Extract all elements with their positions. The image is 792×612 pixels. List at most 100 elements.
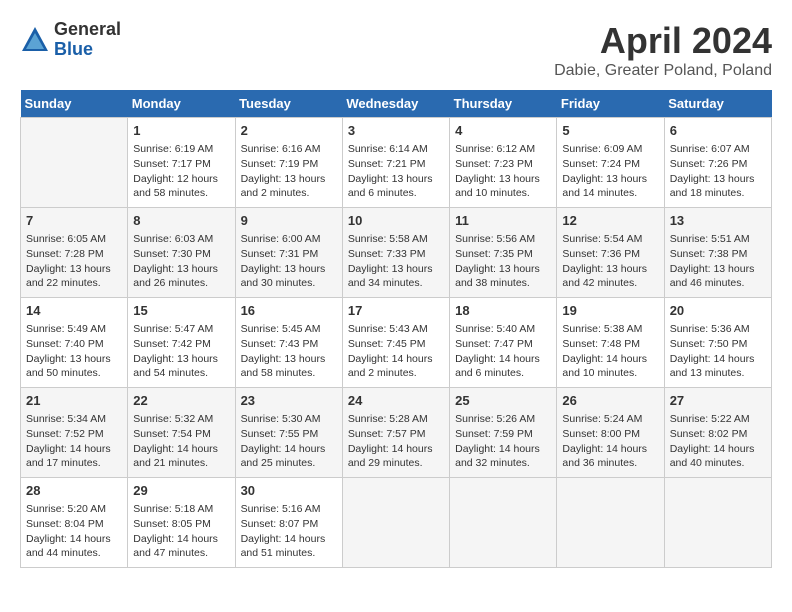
main-title: April 2024 — [554, 20, 772, 62]
day-info: Sunrise: 5:30 AMSunset: 7:55 PMDaylight:… — [241, 412, 337, 471]
calendar-cell: 14 Sunrise: 5:49 AMSunset: 7:40 PMDayligh… — [21, 298, 128, 388]
day-info: Sunrise: 5:40 AMSunset: 7:47 PMDaylight:… — [455, 322, 551, 381]
calendar-cell — [450, 478, 557, 568]
day-info: Sunrise: 5:58 AMSunset: 7:33 PMDaylight:… — [348, 232, 444, 291]
day-number: 3 — [348, 122, 444, 140]
calendar-table: SundayMondayTuesdayWednesdayThursdayFrid… — [20, 90, 772, 568]
day-number: 10 — [348, 212, 444, 230]
day-info: Sunrise: 6:03 AMSunset: 7:30 PMDaylight:… — [133, 232, 229, 291]
calendar-cell: 22 Sunrise: 5:32 AMSunset: 7:54 PMDayligh… — [128, 388, 235, 478]
calendar-week-5: 28 Sunrise: 5:20 AMSunset: 8:04 PMDayligh… — [21, 478, 772, 568]
day-number: 8 — [133, 212, 229, 230]
calendar-cell: 17 Sunrise: 5:43 AMSunset: 7:45 PMDayligh… — [342, 298, 449, 388]
day-number: 23 — [241, 392, 337, 410]
day-number: 26 — [562, 392, 658, 410]
day-number: 15 — [133, 302, 229, 320]
day-info: Sunrise: 5:22 AMSunset: 8:02 PMDaylight:… — [670, 412, 766, 471]
day-number: 2 — [241, 122, 337, 140]
calendar-cell: 6 Sunrise: 6:07 AMSunset: 7:26 PMDaylight… — [664, 118, 771, 208]
day-info: Sunrise: 6:16 AMSunset: 7:19 PMDaylight:… — [241, 142, 337, 201]
logo-text: General Blue — [54, 20, 121, 60]
calendar-cell: 24 Sunrise: 5:28 AMSunset: 7:57 PMDayligh… — [342, 388, 449, 478]
logo-blue: Blue — [54, 40, 121, 60]
day-number: 6 — [670, 122, 766, 140]
calendar-cell: 7Sunrise: 6:05 AMSunset: 7:28 PMDaylight… — [21, 208, 128, 298]
day-info: Sunrise: 6:19 AMSunset: 7:17 PMDaylight:… — [133, 142, 229, 201]
calendar-cell: 3 Sunrise: 6:14 AMSunset: 7:21 PMDaylight… — [342, 118, 449, 208]
day-info: Sunrise: 5:49 AMSunset: 7:40 PMDaylight:… — [26, 322, 122, 381]
day-number: 28 — [26, 482, 122, 500]
day-number: 29 — [133, 482, 229, 500]
calendar-cell: 1 Sunrise: 6:19 AMSunset: 7:17 PMDaylight… — [128, 118, 235, 208]
day-number: 30 — [241, 482, 337, 500]
day-number: 4 — [455, 122, 551, 140]
day-info: Sunrise: 5:56 AMSunset: 7:35 PMDaylight:… — [455, 232, 551, 291]
day-info: Sunrise: 5:20 AMSunset: 8:04 PMDaylight:… — [26, 502, 122, 561]
day-number: 9 — [241, 212, 337, 230]
logo: General Blue — [20, 20, 121, 60]
calendar-cell — [342, 478, 449, 568]
calendar-cell: 21Sunrise: 5:34 AMSunset: 7:52 PMDayligh… — [21, 388, 128, 478]
calendar-body: 1 Sunrise: 6:19 AMSunset: 7:17 PMDaylight… — [21, 118, 772, 568]
day-number: 14 — [26, 302, 122, 320]
day-number: 24 — [348, 392, 444, 410]
day-number: 19 — [562, 302, 658, 320]
day-info: Sunrise: 6:12 AMSunset: 7:23 PMDaylight:… — [455, 142, 551, 201]
calendar-cell: 19 Sunrise: 5:38 AMSunset: 7:48 PMDayligh… — [557, 298, 664, 388]
calendar-week-1: 1 Sunrise: 6:19 AMSunset: 7:17 PMDaylight… — [21, 118, 772, 208]
page-header: General Blue April 2024 Dabie, Greater P… — [20, 20, 772, 80]
calendar-week-4: 21Sunrise: 5:34 AMSunset: 7:52 PMDayligh… — [21, 388, 772, 478]
day-info: Sunrise: 5:24 AMSunset: 8:00 PMDaylight:… — [562, 412, 658, 471]
day-info: Sunrise: 5:18 AMSunset: 8:05 PMDaylight:… — [133, 502, 229, 561]
day-number: 18 — [455, 302, 551, 320]
calendar-week-2: 7Sunrise: 6:05 AMSunset: 7:28 PMDaylight… — [21, 208, 772, 298]
day-number: 5 — [562, 122, 658, 140]
calendar-cell: 18 Sunrise: 5:40 AMSunset: 7:47 PMDayligh… — [450, 298, 557, 388]
day-number: 16 — [241, 302, 337, 320]
calendar-cell: 28 Sunrise: 5:20 AMSunset: 8:04 PMDayligh… — [21, 478, 128, 568]
header-cell-friday: Friday — [557, 90, 664, 118]
calendar-cell: 30 Sunrise: 5:16 AMSunset: 8:07 PMDayligh… — [235, 478, 342, 568]
subtitle: Dabie, Greater Poland, Poland — [554, 62, 772, 80]
calendar-cell: 15Sunrise: 5:47 AMSunset: 7:42 PMDayligh… — [128, 298, 235, 388]
day-number: 17 — [348, 302, 444, 320]
day-info: Sunrise: 5:54 AMSunset: 7:36 PMDaylight:… — [562, 232, 658, 291]
logo-icon — [20, 25, 50, 55]
day-number: 21 — [26, 392, 122, 410]
calendar-cell: 25Sunrise: 5:26 AMSunset: 7:59 PMDayligh… — [450, 388, 557, 478]
calendar-week-3: 14 Sunrise: 5:49 AMSunset: 7:40 PMDayligh… — [21, 298, 772, 388]
calendar-cell: 29 Sunrise: 5:18 AMSunset: 8:05 PMDayligh… — [128, 478, 235, 568]
day-number: 25 — [455, 392, 551, 410]
day-number: 22 — [133, 392, 229, 410]
day-number: 7 — [26, 212, 122, 230]
calendar-cell: 2 Sunrise: 6:16 AMSunset: 7:19 PMDaylight… — [235, 118, 342, 208]
day-info: Sunrise: 5:32 AMSunset: 7:54 PMDaylight:… — [133, 412, 229, 471]
day-info: Sunrise: 5:28 AMSunset: 7:57 PMDaylight:… — [348, 412, 444, 471]
header-row: SundayMondayTuesdayWednesdayThursdayFrid… — [21, 90, 772, 118]
day-number: 11 — [455, 212, 551, 230]
header-cell-wednesday: Wednesday — [342, 90, 449, 118]
day-info: Sunrise: 5:36 AMSunset: 7:50 PMDaylight:… — [670, 322, 766, 381]
calendar-header: SundayMondayTuesdayWednesdayThursdayFrid… — [21, 90, 772, 118]
calendar-cell: 27 Sunrise: 5:22 AMSunset: 8:02 PMDayligh… — [664, 388, 771, 478]
calendar-cell — [664, 478, 771, 568]
day-info: Sunrise: 6:07 AMSunset: 7:26 PMDaylight:… — [670, 142, 766, 201]
calendar-cell: 5Sunrise: 6:09 AMSunset: 7:24 PMDaylight… — [557, 118, 664, 208]
calendar-cell — [557, 478, 664, 568]
day-info: Sunrise: 5:45 AMSunset: 7:43 PMDaylight:… — [241, 322, 337, 381]
header-cell-saturday: Saturday — [664, 90, 771, 118]
calendar-cell: 10 Sunrise: 5:58 AMSunset: 7:33 PMDayligh… — [342, 208, 449, 298]
day-info: Sunrise: 5:16 AMSunset: 8:07 PMDaylight:… — [241, 502, 337, 561]
day-info: Sunrise: 5:38 AMSunset: 7:48 PMDaylight:… — [562, 322, 658, 381]
calendar-cell: 20Sunrise: 5:36 AMSunset: 7:50 PMDayligh… — [664, 298, 771, 388]
day-number: 27 — [670, 392, 766, 410]
calendar-cell: 12 Sunrise: 5:54 AMSunset: 7:36 PMDayligh… — [557, 208, 664, 298]
header-cell-tuesday: Tuesday — [235, 90, 342, 118]
calendar-cell: 8 Sunrise: 6:03 AMSunset: 7:30 PMDaylight… — [128, 208, 235, 298]
calendar-cell: 16 Sunrise: 5:45 AMSunset: 7:43 PMDayligh… — [235, 298, 342, 388]
day-number: 12 — [562, 212, 658, 230]
day-info: Sunrise: 6:14 AMSunset: 7:21 PMDaylight:… — [348, 142, 444, 201]
day-info: Sunrise: 5:43 AMSunset: 7:45 PMDaylight:… — [348, 322, 444, 381]
title-area: April 2024 Dabie, Greater Poland, Poland — [554, 20, 772, 80]
day-number: 1 — [133, 122, 229, 140]
